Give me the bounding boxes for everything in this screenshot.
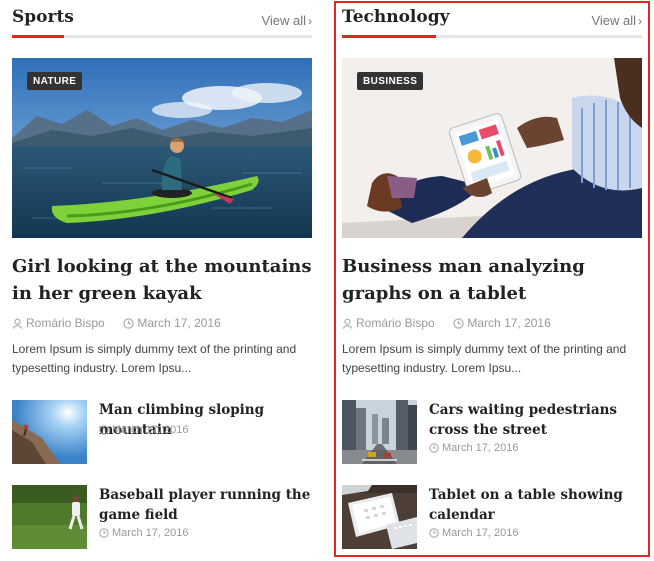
item-date-text: March 17, 2016	[442, 442, 519, 454]
item-date-text: March 17, 2016	[442, 527, 519, 539]
clock-icon	[429, 443, 439, 456]
section-title: Sports	[12, 7, 74, 27]
clock-icon	[429, 528, 439, 541]
item-date: March 17, 2016	[429, 442, 518, 456]
category-badge[interactable]: NATURE	[27, 72, 83, 90]
city-street-image	[342, 400, 417, 464]
thumb-image[interactable]	[12, 485, 87, 549]
item-title[interactable]: Baseball player running the game field	[99, 485, 314, 525]
section-sports: Sports View all › NATURE Girl looking at…	[12, 0, 312, 549]
section-header: Sports View all ›	[12, 0, 312, 38]
list-item: Baseball player running the game field M…	[12, 485, 312, 551]
baseball-field-image	[12, 485, 87, 549]
item-date-text: March 17, 2016	[112, 527, 189, 539]
section-technology: Technology View all › BUSINESS Business …	[342, 0, 642, 549]
user-icon	[12, 318, 23, 332]
list-item: Tablet on a table showing calendar March…	[342, 485, 642, 551]
item-date-text: March 17, 2016	[112, 424, 189, 436]
view-all-link[interactable]: View all ›	[261, 13, 312, 28]
featured-excerpt: Lorem Ipsum is simply dummy text of the …	[342, 342, 627, 375]
list-item: Cars waiting pedestrians cross the stree…	[342, 400, 642, 466]
item-date: March 17, 2016	[99, 527, 188, 541]
item-title[interactable]: Tablet on a table showing calendar	[429, 485, 644, 525]
clock-icon	[453, 318, 465, 332]
section-header: Technology View all ›	[342, 0, 642, 38]
thumb-image[interactable]	[12, 400, 87, 464]
clock-icon	[99, 425, 109, 438]
author-name[interactable]: Romário Bispo	[356, 316, 435, 330]
section-title-underline	[12, 35, 64, 38]
clock-icon	[123, 318, 135, 332]
section-title: Technology	[342, 7, 450, 27]
featured-excerpt: Lorem Ipsum is simply dummy text of the …	[12, 342, 297, 375]
item-date: March 17, 2016	[429, 527, 518, 541]
clock-icon	[99, 528, 109, 541]
post-date: March 17, 2016	[467, 316, 551, 330]
featured-image[interactable]: BUSINESS	[342, 58, 642, 238]
climber-image	[12, 400, 87, 464]
item-date: March 17, 2016	[99, 424, 188, 438]
featured-title[interactable]: Girl looking at the mountains in her gre…	[12, 253, 312, 307]
post-date: March 17, 2016	[137, 316, 221, 330]
view-all-link[interactable]: View all ›	[591, 13, 642, 28]
category-badge[interactable]: BUSINESS	[357, 72, 424, 90]
featured-title[interactable]: Business man analyzing graphs on a table…	[342, 253, 642, 307]
view-all-label: View all	[261, 13, 306, 28]
thumb-image[interactable]	[342, 400, 417, 464]
user-icon	[342, 318, 353, 332]
thumb-image[interactable]	[342, 485, 417, 549]
featured-meta: Romário Bispo March 17, 2016	[12, 316, 221, 332]
section-title-underline	[342, 35, 436, 38]
item-title[interactable]: Cars waiting pedestrians cross the stree…	[429, 400, 644, 440]
author-name[interactable]: Romário Bispo	[26, 316, 105, 330]
tablet-calendar-image	[342, 485, 417, 549]
list-item: Man climbing sloping mountain March 17, …	[12, 400, 312, 466]
chevron-right-icon: ›	[638, 14, 642, 28]
featured-meta: Romário Bispo March 17, 2016	[342, 316, 551, 332]
chevron-right-icon: ›	[308, 14, 312, 28]
view-all-label: View all	[591, 13, 636, 28]
featured-image[interactable]: NATURE	[12, 58, 312, 238]
